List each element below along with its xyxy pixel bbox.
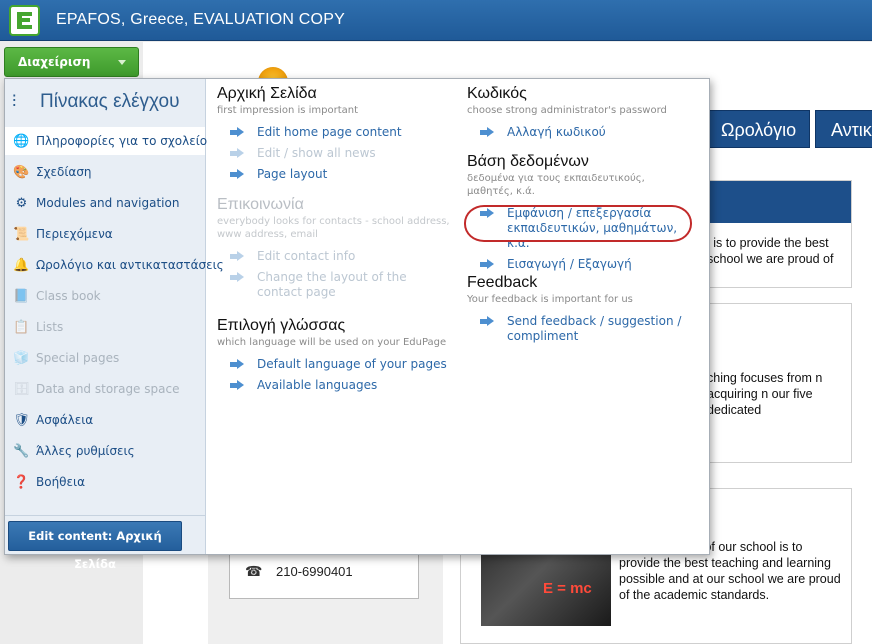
link-available-languages[interactable]: Available languages [217,378,452,393]
highlight-circle-annotation [464,205,692,242]
background-tab-timetable[interactable]: Ωρολόγιο [705,110,810,148]
edupage-logo-icon [9,5,40,36]
modules-icon: ⚙ [15,196,28,211]
sidebar-item-shield[interactable]: 🛡 Ασφάλεια [5,406,205,434]
content-icon: 📜 [13,227,30,242]
sidebar-item-palette[interactable]: 🎨 Σχεδίαση [5,158,205,186]
arrow-right-icon [230,127,245,138]
edit-content-button[interactable]: Edit content: Αρχική Σελίδα [8,521,182,571]
background-text-2: ching focuses from n acquiring n our fiv… [707,371,823,417]
sidebar-item-tools[interactable]: 🔧 Άλλες ρυθμίσεις [5,437,205,465]
link-page-layout[interactable]: Page layout [217,167,452,182]
control-panel-popup: ⫶ Πίνακας ελέγχου 🌐 Πληροφορίες για το σχο… [4,78,710,571]
section-subtitle: Your feedback is important for us [467,294,633,305]
image-formula: E = mc [543,580,592,597]
arrow-right-icon [480,259,495,270]
arrow-right-icon [230,251,245,262]
section-title: Βάση δεδομένων [467,153,589,170]
section-title: Αρχική Σελίδα [217,85,317,102]
section-language: Επιλογή γλώσσας which language will be u… [217,316,452,393]
help-icon: ❓ [13,475,30,490]
sidebar-item-label: Βοήθεια [36,475,85,489]
sidebar-item-storage[interactable]: 🗄 Data and storage space [5,375,205,403]
sidebar-item-book[interactable]: 📘 Class book [5,282,205,310]
phone-icon: ☎ [245,564,263,580]
section-subtitle: δεδομένα για τους εκπαιδευτικούς, μαθητέ… [467,173,645,197]
sidebar-item-label: Σχεδίαση [36,165,92,179]
phone-number: 210-6990401 [276,564,353,579]
arrow-right-icon [230,272,245,283]
sliders-icon: ⫶ [12,92,17,111]
link-edit-contact-info[interactable]: Edit contact info [217,249,452,264]
sidebar-item-label: Modules and navigation [36,196,180,210]
book-icon: 📘 [13,289,30,304]
sidebar-item-label: Class book [36,289,101,303]
window-title: EPAFOS, Greece, EVALUATION COPY [56,11,345,28]
link-edit-show-all-news[interactable]: Edit / show all news [217,146,452,161]
sidebar-item-bell[interactable]: 🔔 Ωρολόγιο και αντικαταστάσεις [5,251,223,279]
globe-icon: 🌐 [13,134,30,149]
sidebar-item-label: Lists [36,320,64,334]
section-title: Feedback [467,274,538,291]
link-import-export[interactable]: Εισαγωγή / Εξαγωγή [467,257,702,272]
control-panel-title: ⫶ Πίνακας ελέγχου [12,91,180,112]
tools-icon: 🔧 [13,444,30,459]
section-password: Κωδικός choose strong administrator's pa… [467,84,702,140]
background-news-box-2: ching focuses from n acquiring n our fiv… [700,303,852,463]
link-send-feedback[interactable]: Send feedback / suggestion / compliment [467,314,702,344]
sidebar-footer: Edit content: Αρχική Σελίδα [5,515,205,571]
sidebar-item-globe[interactable]: 🌐 Πληροφορίες για το σχολείο [5,127,208,155]
sidebar-item-label: Άλλες ρυθμίσεις [36,444,135,458]
shield-icon: 🛡 [13,413,30,428]
admin-dropdown-button[interactable]: Διαχείριση [4,47,139,77]
section-feedback: Feedback Your feedback is important for … [467,273,702,344]
section-title: Επιλογή γλώσσας [217,317,346,334]
sidebar-item-label: Ωρολόγιο και αντικαταστάσεις [36,258,224,272]
section-subtitle: which language will be used on your EduP… [217,337,447,348]
background-news-box-1: l is to provide the best school we are p… [700,180,852,288]
arrow-right-icon [230,148,245,159]
sidebar-item-cube[interactable]: 🧊 Special pages [5,344,205,372]
sidebar-item-label: Special pages [36,351,120,365]
sidebar-item-label: Πληροφορίες για το σχολείο [36,134,208,148]
sidebar-item-help[interactable]: ❓ Βοήθεια [5,468,205,496]
section-title: Επικοινωνία [217,196,304,213]
list-icon: 📋 [13,320,30,335]
section-subtitle: first impression is important [217,105,359,116]
sidebar-item-modules[interactable]: ⚙ Modules and navigation [5,189,205,217]
section-subtitle: choose strong administrator's password [467,105,667,116]
arrow-right-icon [480,127,495,138]
link-edit-home-page-content[interactable]: Edit home page content [217,125,452,140]
bell-icon: 🔔 [13,258,30,273]
admin-button-label: Διαχείριση [18,55,91,69]
section-home-page: Αρχική Σελίδα first impression is import… [217,84,452,182]
palette-icon: 🎨 [13,165,30,180]
background-text-1: l is to provide the best school we are p… [707,236,834,266]
sidebar-item-label: Ασφάλεια [36,413,94,427]
cube-icon: 🧊 [13,351,30,366]
section-subtitle: everybody looks for contacts - school ad… [217,216,450,240]
arrow-right-icon [230,380,245,391]
sidebar-item-label: Data and storage space [36,382,180,396]
control-panel-sidebar: ⫶ Πίνακας ελέγχου 🌐 Πληροφορίες για το σχο… [5,79,224,571]
link-change-contact-layout[interactable]: Change the layout of the contact page [217,270,452,300]
link-change-password[interactable]: Αλλαγή κωδικού [467,125,702,140]
title-bar: EPAFOS, Greece, EVALUATION COPY [0,0,872,41]
arrow-right-icon [230,359,245,370]
sidebar-item-label: Περιεχόμενα [36,227,113,241]
section-title: Κωδικός [467,85,527,102]
background-tab-substitutions[interactable]: Αντικ [815,110,872,148]
sidebar-item-content[interactable]: 📜 Περιεχόμενα [5,220,205,248]
chevron-down-icon [118,60,126,65]
sidebar-item-list[interactable]: 📋 Lists [5,313,205,341]
arrow-right-icon [230,169,245,180]
storage-icon: 🗄 [13,382,30,397]
arrow-right-icon [480,316,495,327]
link-default-language[interactable]: Default language of your pages [217,357,452,372]
section-contact: Επικοινωνία everybody looks for contacts… [217,195,452,300]
